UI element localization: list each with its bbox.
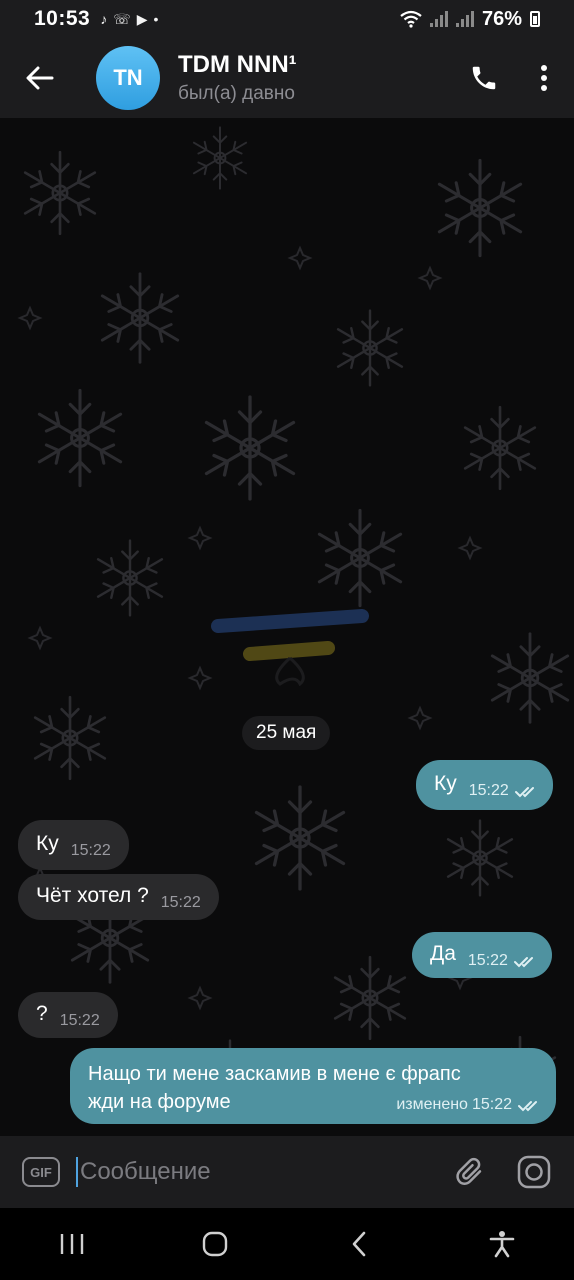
- chevron-left-icon: [352, 1231, 366, 1257]
- watermark-logo: [211, 609, 369, 686]
- message-time: 15:22: [468, 782, 509, 799]
- double-check-icon: [518, 1101, 537, 1112]
- home-icon: [203, 1231, 228, 1257]
- back-button[interactable]: [0, 38, 80, 118]
- chat-title-block[interactable]: TDM NNN¹ был(а) давно: [178, 51, 297, 105]
- message-bubble-outgoing[interactable]: Нащо ти мене заскамив в мене є фрапс жди…: [70, 1048, 556, 1124]
- more-notifications-dot-icon: •: [153, 11, 159, 27]
- message-time: 15:22: [70, 842, 111, 859]
- accessibility-button[interactable]: [467, 1214, 537, 1274]
- signal-2-icon: [455, 11, 474, 27]
- battery-icon: [530, 11, 540, 27]
- call-button[interactable]: [454, 38, 514, 118]
- status-bar: 10:53 ♪ ☏ ▶ • 76%: [0, 0, 574, 38]
- edited-label: изменено: [396, 1096, 468, 1113]
- more-vertical-icon: [541, 65, 547, 91]
- double-check-icon: [513, 957, 533, 968]
- avatar[interactable]: TN: [96, 46, 160, 110]
- message-time: 15:22: [471, 1096, 512, 1113]
- chat-header: TN TDM NNN¹ был(а) давно: [0, 38, 574, 118]
- system-back-button[interactable]: [324, 1214, 394, 1274]
- message-text: Чёт хотел ?: [36, 884, 149, 907]
- more-options-button[interactable]: [514, 38, 574, 118]
- status-time: 10:53: [34, 7, 91, 30]
- contact-name: TDM NNN¹: [178, 51, 297, 78]
- instagram-camera-icon: [517, 1155, 551, 1189]
- attach-button[interactable]: [438, 1136, 502, 1208]
- home-button[interactable]: [180, 1214, 250, 1274]
- message-text: Да: [430, 942, 456, 965]
- message-time: 15:22: [59, 1012, 100, 1029]
- message-text: ?: [36, 1002, 48, 1025]
- accessibility-icon: [489, 1231, 515, 1258]
- youtube-icon: ▶: [136, 10, 148, 27]
- message-text-line-2: жди на форуме: [88, 1091, 231, 1113]
- date-separator: 25 мая: [242, 716, 331, 750]
- message-input[interactable]: [80, 1158, 380, 1186]
- text-caret: [76, 1157, 78, 1187]
- recent-apps-button[interactable]: [37, 1214, 107, 1274]
- status-right: 76%: [400, 8, 540, 31]
- gif-button[interactable]: GIF: [22, 1157, 60, 1187]
- message-text-line-1: Нащо ти мене заскамив в мене є фрапс: [88, 1063, 461, 1085]
- double-check-icon: [514, 787, 534, 798]
- message-bubble-incoming[interactable]: Чёт хотел ? 15:22: [18, 874, 219, 920]
- recent-apps-icon: [60, 1234, 83, 1254]
- tiktok-icon: ♪: [100, 11, 108, 27]
- message-bubble-outgoing[interactable]: Ку 15:22: [416, 760, 553, 810]
- chat-area[interactable]: 25 мая Ку 15:22 Ку 15:22 Чёт хотел ? 15:…: [0, 118, 574, 1136]
- message-time: 15:22: [160, 894, 201, 911]
- paperclip-icon: [456, 1157, 482, 1185]
- message-text: Ку: [434, 772, 457, 795]
- message-bubble-incoming[interactable]: ? 15:22: [18, 992, 118, 1038]
- message-bubble-incoming[interactable]: Ку 15:22: [18, 820, 129, 870]
- message-bubble-outgoing[interactable]: Да 15:22: [412, 932, 552, 978]
- message-text: Ку: [36, 832, 59, 855]
- notification-icons: ♪ ☏ ▶ •: [100, 11, 158, 28]
- system-nav-bar: [0, 1208, 574, 1280]
- camera-button[interactable]: [502, 1136, 566, 1208]
- message-input-bar: GIF: [0, 1136, 574, 1208]
- message-time: 15:22: [467, 952, 508, 969]
- last-seen-status: был(а) давно: [178, 83, 295, 104]
- arrow-left-icon: [26, 66, 54, 90]
- header-actions: [454, 38, 574, 118]
- wifi-icon: [400, 10, 422, 28]
- battery-level: 76%: [481, 7, 522, 30]
- signal-1-icon: [429, 11, 448, 27]
- message-input-wrapper: [76, 1152, 438, 1192]
- viber-icon: ☏: [113, 10, 131, 27]
- phone-icon: [472, 66, 496, 90]
